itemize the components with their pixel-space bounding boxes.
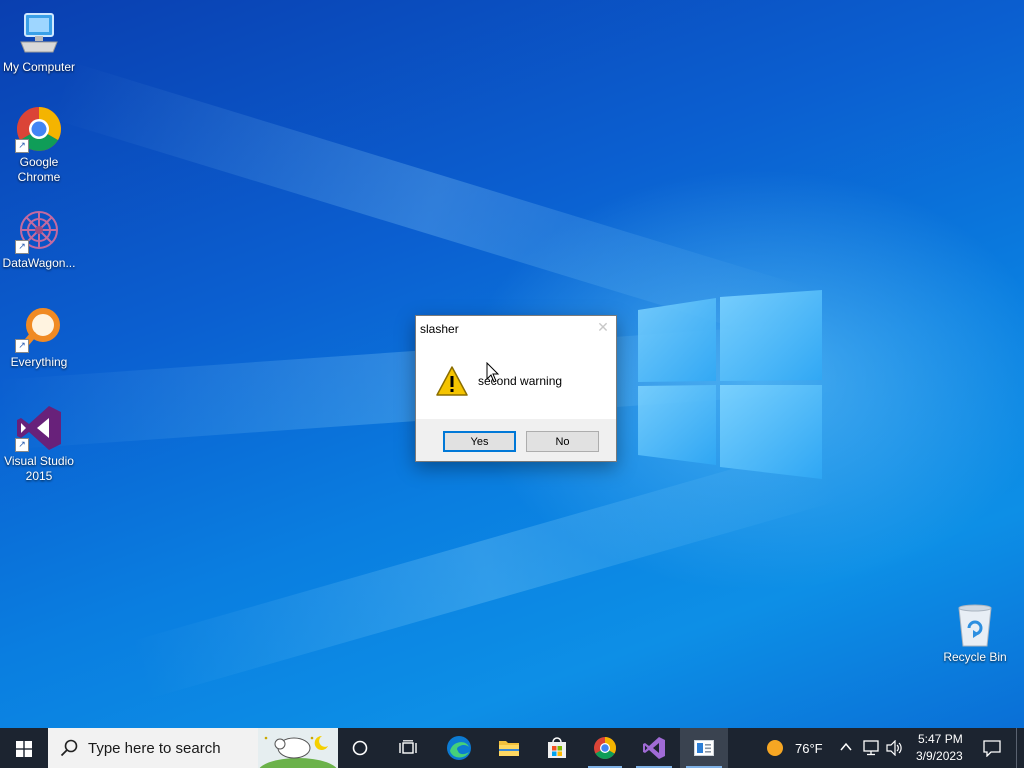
taskbar: Type here to search 76°F 5:47 PM 3/9/202… [0, 728, 1024, 768]
chevron-up-icon [840, 742, 852, 751]
shortcut-arrow-icon: ↗ [15, 438, 29, 452]
volume-button[interactable] [884, 728, 906, 768]
visual-studio-icon [643, 737, 665, 759]
dialog-title: slasher [420, 322, 459, 336]
windows-start-icon [16, 741, 32, 757]
weather-widget[interactable]: 76°F [760, 728, 830, 768]
desktop-icon-label: Google Chrome [17, 155, 61, 184]
folder-icon [499, 741, 519, 756]
dialog-footer: Yes No [416, 419, 616, 461]
desktop-icon-label: Recycle Bin [943, 650, 1007, 664]
desktop-icon-google-chrome[interactable]: ↗ Google Chrome [0, 105, 78, 185]
network-button[interactable] [860, 728, 882, 768]
windows-logo-wallpaper [638, 290, 822, 479]
speaker-icon [886, 740, 902, 756]
recycle-bin-icon [951, 600, 999, 648]
taskbar-microsoft-store[interactable] [534, 728, 580, 768]
taskbar-active-app[interactable] [680, 728, 728, 768]
message-dialog: slasher ✕ second warning Yes No [415, 315, 617, 462]
start-button[interactable] [0, 728, 48, 768]
cortana-button[interactable] [338, 728, 382, 768]
warning-icon [436, 366, 468, 396]
chrome-icon [594, 737, 616, 759]
desktop-icon-recycle-bin[interactable]: Recycle Bin [936, 600, 1014, 665]
edge-icon [447, 736, 471, 760]
app-window-icon [694, 740, 714, 756]
desktop-icon-label: Everything [10, 355, 68, 369]
magnifier-icon: ↗ [15, 305, 63, 353]
store-icon [548, 737, 566, 758]
task-view-button[interactable] [386, 728, 430, 768]
clock-time: 5:47 PM [918, 732, 963, 746]
desktop-icon-my-computer[interactable]: My Computer [0, 10, 78, 75]
show-desktop-button[interactable] [1016, 728, 1024, 768]
search-icon [60, 739, 78, 757]
clock[interactable]: 5:47 PM 3/9/2023 [908, 728, 970, 768]
desktop-icon-datawagon[interactable]: ↗ DataWagon... [0, 206, 78, 271]
task-view-icon [399, 740, 417, 754]
desktop-icon-everything[interactable]: ↗ Everything [0, 305, 78, 370]
computer-icon [15, 10, 63, 58]
desktop: My Computer ↗ Google Chrome ↗ DataWagon.… [0, 0, 1024, 728]
search-highlight-illustration [258, 728, 338, 768]
desktop-icon-label: Visual Studio 2015 [4, 454, 74, 483]
taskbar-chrome[interactable] [582, 728, 628, 768]
no-button[interactable]: No [526, 431, 599, 452]
chrome-icon: ↗ [15, 105, 63, 153]
yes-button[interactable]: Yes [443, 431, 516, 452]
dialog-titlebar[interactable]: slasher ✕ [416, 316, 616, 340]
cortana-icon [352, 740, 368, 756]
shortcut-arrow-icon: ↗ [15, 240, 29, 254]
taskbar-file-explorer[interactable] [486, 728, 532, 768]
shortcut-arrow-icon: ↗ [15, 339, 29, 353]
notification-icon [983, 740, 1001, 757]
dialog-body: second warning [416, 340, 616, 418]
sun-icon [767, 740, 783, 756]
taskbar-visual-studio[interactable] [630, 728, 678, 768]
network-icon [863, 740, 879, 756]
clock-date: 3/9/2023 [916, 749, 963, 763]
shortcut-arrow-icon: ↗ [15, 139, 29, 153]
desktop-icon-label: DataWagon... [2, 256, 76, 270]
visual-studio-icon: ↗ [15, 404, 63, 452]
close-icon[interactable]: ✕ [596, 320, 610, 334]
search-placeholder: Type here to search [88, 740, 221, 757]
search-box[interactable]: Type here to search [48, 728, 338, 768]
show-desktop-divider [1016, 728, 1017, 768]
datawagon-icon: ↗ [15, 206, 63, 254]
mouse-cursor-icon [486, 362, 500, 383]
action-center-button[interactable] [978, 728, 1008, 768]
show-hidden-icons-button[interactable] [836, 728, 856, 768]
weather-temp: 76°F [795, 741, 823, 756]
desktop-icon-visual-studio[interactable]: ↗ Visual Studio 2015 [0, 404, 78, 484]
desktop-icon-label: My Computer [2, 60, 76, 74]
taskbar-edge[interactable] [436, 728, 482, 768]
